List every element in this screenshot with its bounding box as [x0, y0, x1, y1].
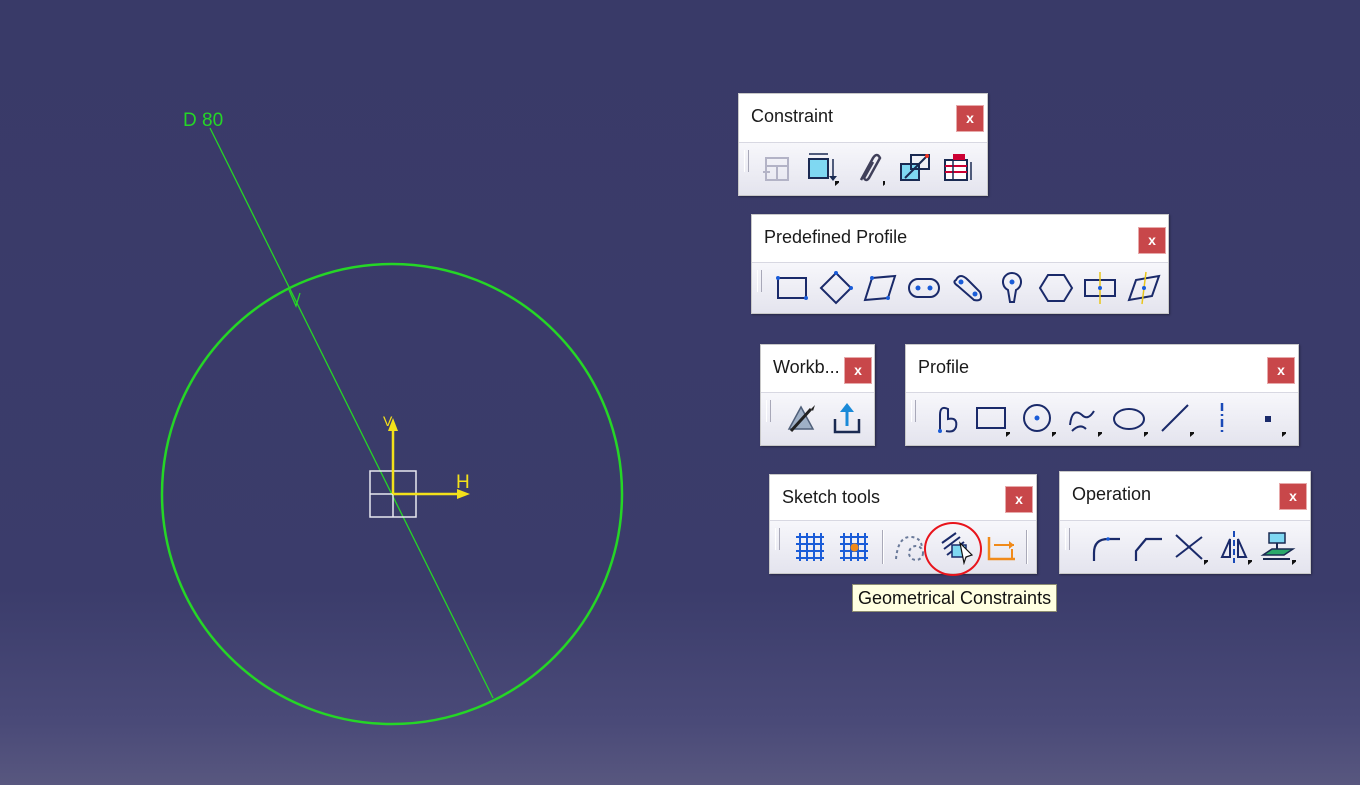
ellipse-icon[interactable] [1112, 401, 1148, 437]
rectangle-icon[interactable] [774, 270, 810, 306]
constraints-defined-in-dialog-box-icon[interactable] [759, 150, 795, 186]
grid-icon[interactable] [792, 529, 828, 565]
toolbar-grip-handle[interactable] [1065, 528, 1070, 550]
operation-toolbar-title: Operation [1072, 484, 1152, 504]
toolbar-separator [882, 530, 884, 564]
h-axis-label: H [456, 472, 470, 493]
rectangle-icon[interactable] [974, 401, 1010, 437]
axis-icon[interactable] [1204, 401, 1240, 437]
construction-element-icon[interactable] [892, 529, 928, 565]
profile-toolbar-title: Profile [918, 357, 970, 377]
chamfer-icon[interactable] [1130, 529, 1166, 565]
cylindrical-elongated-hole-icon[interactable] [950, 270, 986, 306]
v-axis-label: V [383, 413, 393, 429]
mirror-icon[interactable] [1216, 529, 1252, 565]
predefined-profile-toolbar-close-button[interactable]: x [1138, 227, 1166, 254]
predefined-profile-toolbar-title: Predefined Profile [764, 227, 908, 247]
sketcher-icon[interactable] [783, 401, 819, 437]
dimensional-constraints-icon[interactable] [984, 529, 1020, 565]
toolbar-separator [1026, 530, 1028, 564]
constraint-icon[interactable] [803, 150, 839, 186]
project-3d-elements-icon[interactable] [1260, 529, 1296, 565]
constraint-toolbar[interactable]: Constraint x [738, 93, 988, 196]
predefined-profile-toolbar[interactable]: Predefined Profile x [751, 214, 1169, 314]
diameter-dimension-label[interactable]: D 80 [183, 110, 223, 131]
diameter-dimension-line[interactable] [209, 127, 494, 699]
workbench-toolbar-title: Workb... [773, 357, 840, 377]
circle-icon[interactable] [1020, 401, 1056, 437]
centered-rectangle-icon[interactable] [1082, 270, 1118, 306]
exit-workbench-icon[interactable] [829, 401, 865, 437]
point-icon[interactable] [1250, 401, 1286, 437]
workbench-toolbar-close-button[interactable]: x [844, 357, 872, 384]
operation-toolbar[interactable]: Operation x [1059, 471, 1311, 574]
auto-constraint-icon[interactable] [941, 150, 977, 186]
sketch-tools-toolbar[interactable]: Sketch tools x [769, 474, 1037, 574]
highlight-circle-annotation [924, 522, 982, 576]
operation-toolbar-close-button[interactable]: x [1279, 483, 1307, 510]
elongated-hole-icon[interactable] [906, 270, 942, 306]
centered-parallelogram-icon[interactable] [1126, 270, 1162, 306]
parallelogram-icon[interactable] [862, 270, 898, 306]
tooltip: Geometrical Constraints [852, 584, 1058, 612]
toolbar-grip-handle[interactable] [775, 528, 780, 550]
fix-together-icon[interactable] [897, 150, 933, 186]
spline-icon[interactable] [1066, 401, 1102, 437]
profile-toolbar-close-button[interactable]: x [1267, 357, 1295, 384]
hexagon-icon[interactable] [1038, 270, 1074, 306]
toolbar-grip-handle[interactable] [766, 400, 771, 422]
line-icon[interactable] [1158, 401, 1194, 437]
oriented-rectangle-icon[interactable] [818, 270, 854, 306]
profile-icon[interactable] [928, 401, 964, 437]
toolbar-grip-handle[interactable] [911, 400, 916, 422]
profile-toolbar[interactable]: Profile x [905, 344, 1299, 446]
sketch-tools-toolbar-close-button[interactable]: x [1005, 486, 1033, 513]
sketch-tools-toolbar-title: Sketch tools [782, 487, 881, 507]
snap-to-point-icon[interactable] [836, 529, 872, 565]
workbench-toolbar[interactable]: Workb... x [760, 344, 875, 446]
contact-constraint-icon[interactable] [849, 150, 885, 186]
corner-icon[interactable] [1088, 529, 1124, 565]
keyhole-profile-icon[interactable] [994, 270, 1030, 306]
toolbar-grip-handle[interactable] [757, 270, 762, 292]
constraint-toolbar-close-button[interactable]: x [956, 105, 984, 132]
trim-icon[interactable] [1172, 529, 1208, 565]
constraint-toolbar-title: Constraint [751, 106, 834, 126]
v-axis[interactable] [388, 418, 398, 494]
toolbar-grip-handle[interactable] [744, 150, 749, 172]
